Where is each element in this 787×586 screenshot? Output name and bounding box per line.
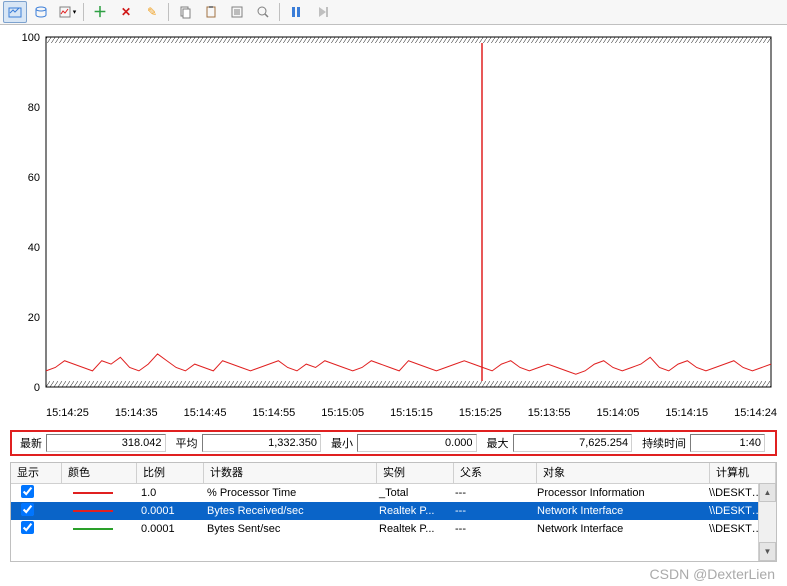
x-axis-labels: 15:14:25 15:14:35 15:14:45 15:14:55 15:15:05… — [10, 405, 777, 423]
cell-counter: % Processor Time — [201, 487, 373, 499]
header-instance[interactable]: 实例 — [377, 463, 454, 483]
header-color[interactable]: 颜色 — [62, 463, 137, 483]
highlight-counter-button[interactable]: ✎ — [140, 1, 164, 23]
svg-text:0: 0 — [34, 382, 40, 394]
cell-instance: Realtek P... — [373, 523, 449, 535]
x-tick-label: 15:14:24 — [734, 407, 777, 419]
header-show[interactable]: 显示 — [11, 463, 62, 483]
paste-button[interactable] — [199, 1, 223, 23]
cell-parent: --- — [449, 523, 531, 535]
color-swatch — [73, 528, 113, 530]
color-swatch — [73, 492, 113, 494]
toolbar-separator — [168, 3, 169, 21]
toolbar-separator — [83, 3, 84, 21]
add-counter-button[interactable]: ＋ — [88, 1, 112, 23]
copy-button[interactable] — [173, 1, 197, 23]
color-swatch — [73, 510, 113, 512]
view-log-data-button[interactable] — [29, 1, 53, 23]
counter-grid: 显示 颜色 比例 计数器 实例 父系 对象 计算机 1.0% Processor… — [10, 462, 777, 562]
x-tick-label: 15:14:55 — [252, 407, 295, 419]
show-checkbox[interactable] — [21, 503, 34, 516]
chart-area: 020406080100 15:14:2515:14:3515:14:4515:… — [10, 33, 777, 428]
cell-scale: 0.0001 — [135, 505, 201, 517]
cell-counter: Bytes Sent/sec — [201, 523, 373, 535]
statistics-bar: 最新 318.042 平均 1,332.350 最小 0.000 最大 7,62… — [10, 430, 777, 456]
x-tick-label: 15:14:25 — [46, 407, 89, 419]
header-parent[interactable]: 父系 — [454, 463, 537, 483]
stat-duration-value: 1:40 — [690, 434, 765, 452]
cell-object: Network Interface — [531, 505, 703, 517]
x-tick-label: 15:14:45 — [184, 407, 227, 419]
stat-min-value: 0.000 — [357, 434, 477, 452]
svg-text:60: 60 — [28, 172, 40, 184]
cell-object: Network Interface — [531, 523, 703, 535]
cell-object: Processor Information — [531, 487, 703, 499]
x-tick-label: 15:14:05 — [597, 407, 640, 419]
grid-body: 1.0% Processor Time_Total---Processor In… — [11, 484, 776, 538]
main-area: 020406080100 15:14:2515:14:3515:14:4515:… — [0, 25, 787, 562]
header-object[interactable]: 对象 — [537, 463, 710, 483]
line-chart[interactable]: 0 20 40 60 80 100 — [10, 33, 777, 405]
header-computer[interactable]: 计算机 — [710, 463, 776, 483]
cell-scale: 1.0 — [135, 487, 201, 499]
chart-type-button[interactable]: ▾ — [55, 1, 79, 23]
stat-duration-label: 持续时间 — [638, 435, 690, 451]
table-row[interactable]: 0.0001Bytes Received/secRealtek P...---N… — [11, 502, 776, 520]
update-data-button[interactable] — [310, 1, 334, 23]
show-checkbox[interactable] — [21, 485, 34, 498]
cell-scale: 0.0001 — [135, 523, 201, 535]
show-checkbox[interactable] — [21, 521, 34, 534]
stat-avg-value: 1,332.350 — [202, 434, 322, 452]
stat-min-label: 最小 — [327, 435, 357, 451]
cell-instance: _Total — [373, 487, 449, 499]
grid-header: 显示 颜色 比例 计数器 实例 父系 对象 计算机 — [11, 463, 776, 484]
view-current-activity-button[interactable] — [3, 1, 27, 23]
x-tick-label: 15:15:15 — [390, 407, 433, 419]
svg-text:40: 40 — [28, 242, 40, 254]
svg-text:20: 20 — [28, 312, 40, 324]
scroll-down-icon[interactable]: ▼ — [759, 542, 776, 561]
table-row[interactable]: 0.0001Bytes Sent/secRealtek P...---Netwo… — [11, 520, 776, 538]
x-tick-label: 15:14:15 — [665, 407, 708, 419]
zoom-button[interactable] — [251, 1, 275, 23]
properties-button[interactable] — [225, 1, 249, 23]
toolbar-separator — [279, 3, 280, 21]
header-scale[interactable]: 比例 — [137, 463, 204, 483]
stat-max-label: 最大 — [483, 435, 513, 451]
svg-text:80: 80 — [28, 102, 40, 114]
stat-avg-label: 平均 — [172, 435, 202, 451]
toolbar: ▾ ＋ ✕ ✎ — [0, 0, 787, 25]
watermark: CSDN @DexterLien — [650, 566, 775, 582]
x-tick-label: 15:13:55 — [528, 407, 571, 419]
cell-instance: Realtek P... — [373, 505, 449, 517]
stat-latest-value: 318.042 — [46, 434, 166, 452]
cell-parent: --- — [449, 505, 531, 517]
svg-text:100: 100 — [22, 33, 40, 44]
x-tick-label: 15:15:25 — [459, 407, 502, 419]
scroll-up-icon[interactable]: ▲ — [759, 483, 776, 502]
x-tick-label: 15:15:05 — [321, 407, 364, 419]
freeze-display-button[interactable] — [284, 1, 308, 23]
grid-scrollbar[interactable]: ▲ ▼ — [758, 483, 776, 561]
stat-max-value: 7,625.254 — [513, 434, 633, 452]
cell-counter: Bytes Received/sec — [201, 505, 373, 517]
header-counter[interactable]: 计数器 — [204, 463, 377, 483]
stat-latest-label: 最新 — [16, 435, 46, 451]
x-tick-label: 15:14:35 — [115, 407, 158, 419]
cell-parent: --- — [449, 487, 531, 499]
delete-counter-button[interactable]: ✕ — [114, 1, 138, 23]
table-row[interactable]: 1.0% Processor Time_Total---Processor In… — [11, 484, 776, 502]
